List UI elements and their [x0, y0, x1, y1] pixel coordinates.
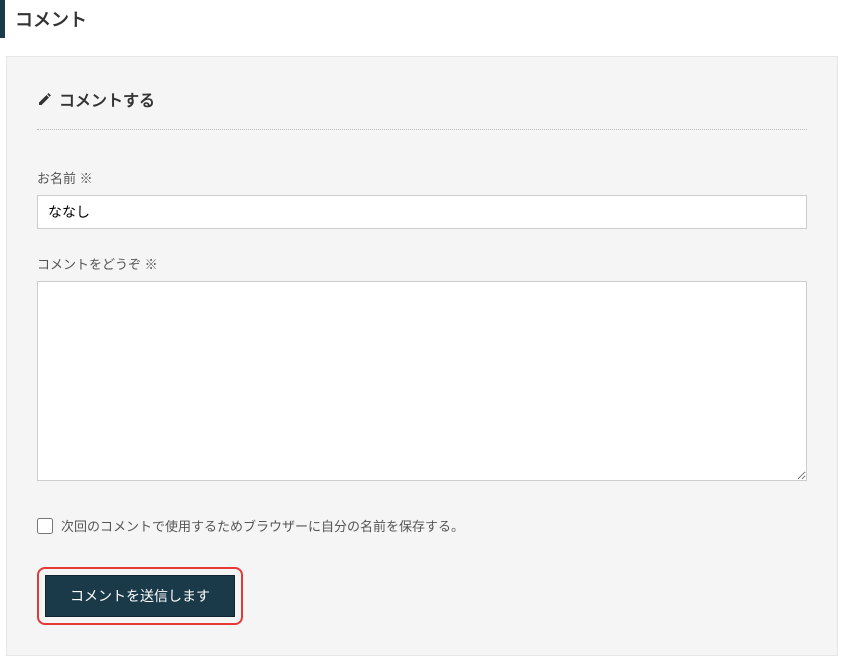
form-heading-text: コメントする	[59, 87, 155, 111]
form-heading: コメントする	[37, 87, 807, 130]
save-name-row: 次回のコメントで使用するためブラウザーに自分の名前を保存する。	[37, 516, 807, 535]
submit-button[interactable]: コメントを送信します	[45, 575, 235, 617]
save-name-checkbox[interactable]	[37, 518, 53, 534]
comment-form: コメントする お名前 ※ コメントをどうぞ ※ 次回のコメントで使用するためブラ…	[6, 56, 838, 656]
pencil-icon	[37, 91, 53, 107]
section-header: コメント	[0, 0, 844, 38]
name-input[interactable]	[37, 195, 807, 229]
section-title: コメント	[15, 6, 844, 32]
comment-textarea[interactable]	[37, 281, 807, 481]
submit-highlight: コメントを送信します	[37, 567, 243, 625]
comment-label: コメントをどうぞ ※	[37, 254, 807, 273]
name-label: お名前 ※	[37, 168, 807, 187]
save-name-label: 次回のコメントで使用するためブラウザーに自分の名前を保存する。	[61, 516, 464, 535]
